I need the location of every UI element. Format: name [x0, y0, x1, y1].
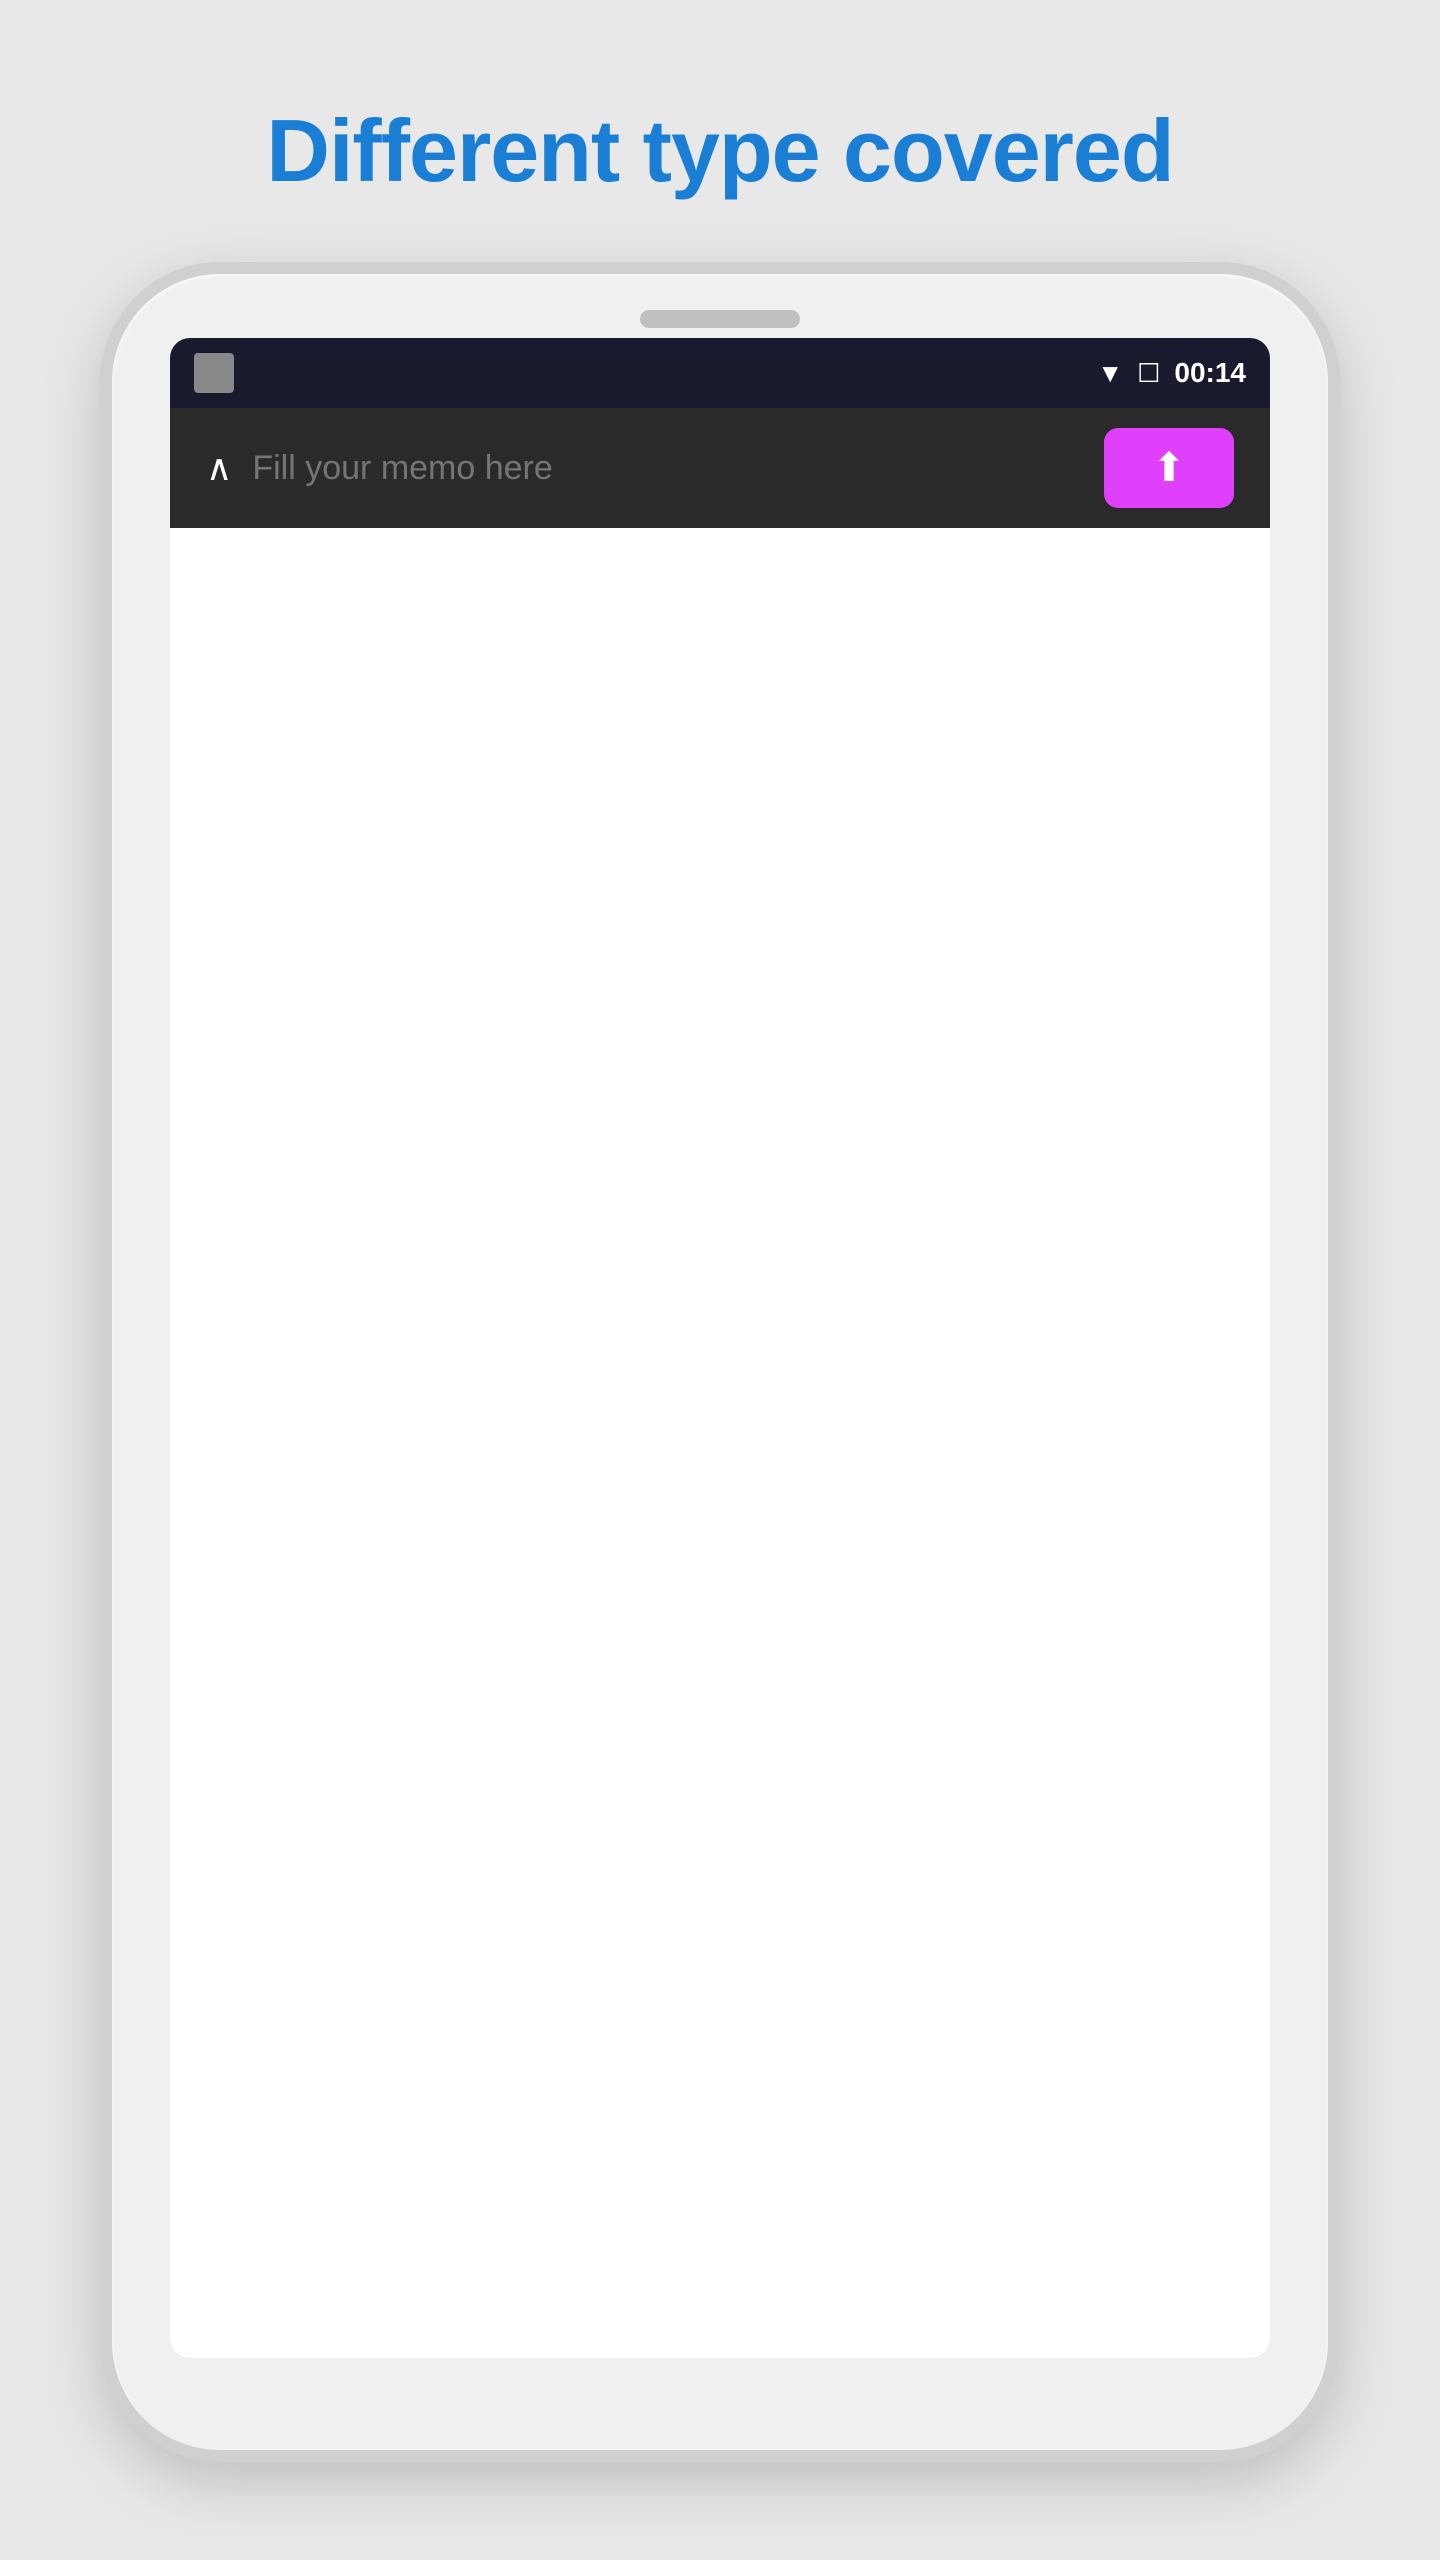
status-bar: ▼ ☐ 00:14: [170, 338, 1270, 408]
chevron-up-icon[interactable]: ∧: [206, 447, 232, 489]
status-left: [194, 353, 234, 393]
share-button[interactable]: ⬆: [1104, 428, 1234, 508]
signal-icon: ☐: [1137, 358, 1160, 389]
memo-input[interactable]: [252, 449, 1084, 488]
wifi-icon: ▼: [1097, 358, 1123, 389]
share-icon: ⬆: [1152, 445, 1186, 491]
app-icon: [194, 353, 234, 393]
status-right: ▼ ☐ 00:14: [1097, 357, 1246, 389]
phone-screen: ▼ ☐ 00:14: [170, 338, 1270, 2358]
page-title: Different type covered: [266, 100, 1173, 202]
time-display: 00:14: [1174, 357, 1246, 389]
phone-mockup: ▼ ☐ 00:14: [100, 262, 1340, 2462]
phone-speaker: [640, 310, 800, 328]
bottom-bar: ∧ ⬆: [170, 408, 1270, 528]
